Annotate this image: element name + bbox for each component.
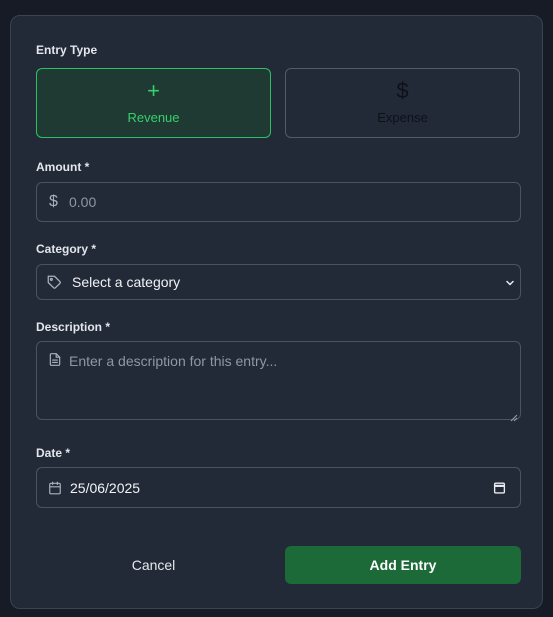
entry-type-revenue-button[interactable]: + Revenue xyxy=(36,68,271,138)
entry-type-expense-button[interactable]: $ Expense xyxy=(285,68,520,138)
amount-input[interactable]: $ 0.00 xyxy=(36,182,521,222)
resize-handle-icon[interactable] xyxy=(510,409,518,422)
calendar-icon xyxy=(48,481,62,500)
add-entry-button[interactable]: Add Entry xyxy=(285,546,521,584)
dollar-icon: $ xyxy=(396,78,409,103)
category-label: Category * xyxy=(36,242,97,256)
chevron-down-icon xyxy=(504,276,516,294)
description-textarea[interactable]: Enter a description for this entry... xyxy=(36,341,521,422)
tag-icon xyxy=(47,275,62,295)
amount-placeholder: 0.00 xyxy=(69,194,97,210)
plus-icon: + xyxy=(147,78,160,103)
category-select[interactable]: Select a category xyxy=(36,264,521,300)
amount-label: Amount * xyxy=(36,160,90,174)
add-entry-form: Entry Type + Revenue $ Expense Amount * … xyxy=(10,15,543,609)
date-value: 25/06/2025 xyxy=(70,480,141,496)
expense-label: Expense xyxy=(377,110,428,125)
calendar-picker-icon[interactable] xyxy=(493,481,506,499)
description-placeholder: Enter a description for this entry... xyxy=(69,353,278,369)
entry-type-label: Entry Type xyxy=(36,43,98,57)
cancel-button[interactable]: Cancel xyxy=(36,546,271,584)
category-selected-value: Select a category xyxy=(72,274,181,290)
description-label: Description * xyxy=(36,320,111,334)
date-input[interactable]: 25/06/2025 xyxy=(36,467,521,508)
revenue-label: Revenue xyxy=(127,110,180,125)
document-icon xyxy=(48,352,62,372)
date-label: Date * xyxy=(36,446,71,460)
dollar-sign-icon: $ xyxy=(49,193,58,210)
